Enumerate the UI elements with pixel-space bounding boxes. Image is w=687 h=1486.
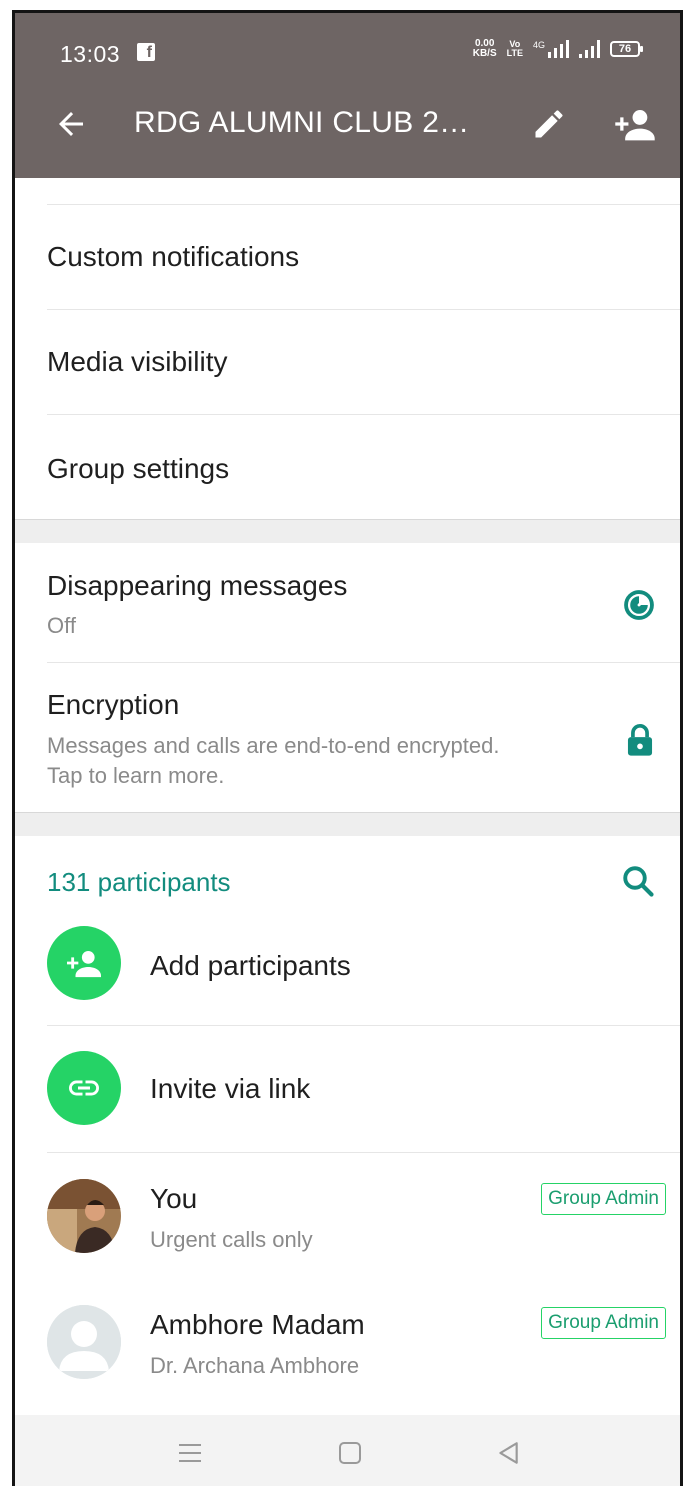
disappearing-messages-label: Disappearing messages <box>47 570 348 601</box>
group-title[interactable]: RDG ALUMNI CLUB 2… <box>134 106 469 140</box>
custom-notifications-label: Custom notifications <box>47 241 300 272</box>
add-participants-row[interactable]: Add participants <box>15 918 680 1025</box>
invite-link-button[interactable] <box>47 1051 121 1125</box>
media-visibility-row[interactable]: Media visibility <box>15 310 680 414</box>
add-participants-button[interactable] <box>47 926 121 1000</box>
group-admin-badge: Group Admin <box>541 1183 666 1215</box>
battery-icon: 76 <box>610 41 643 57</box>
participant-row[interactable]: You Urgent calls only Group Admin <box>15 1153 680 1279</box>
app-bar: RDG ALUMNI CLUB 2… <box>15 74 680 178</box>
invite-via-link-row[interactable]: Invite via link <box>15 1026 680 1152</box>
edit-icon[interactable] <box>531 106 567 142</box>
participant-name: Ambhore Madam <box>150 1309 365 1340</box>
nav-back-icon[interactable] <box>495 1440 521 1466</box>
signal-icon: 4G <box>533 40 569 58</box>
participant-status: Urgent calls only <box>150 1227 313 1252</box>
encryption-label: Encryption <box>47 689 180 720</box>
group-settings-row[interactable]: Group settings <box>15 415 680 519</box>
volte-bottom: LTE <box>506 48 523 58</box>
lock-icon <box>627 724 653 756</box>
section-gap <box>15 519 680 543</box>
participant-status: Dr. Archana Ambhore <box>150 1353 360 1378</box>
disappearing-messages-row[interactable]: Disappearing messages Off <box>15 543 680 662</box>
volte-indicator: Vo LTE <box>507 40 523 58</box>
avatar <box>47 1179 121 1253</box>
status-bar: 13:03 f 0.00 KB/S Vo LTE 4G 76 <box>15 13 680 74</box>
disappearing-timer-icon <box>624 590 654 620</box>
disappearing-messages-value: Off <box>47 613 76 638</box>
group-admin-badge: Group Admin <box>541 1307 666 1339</box>
default-avatar-icon <box>47 1305 121 1379</box>
participant-row[interactable]: Ambhore Madam Dr. Archana Ambhore Group … <box>15 1279 680 1413</box>
link-icon <box>69 1080 99 1096</box>
network-speed-unit: KB/S <box>472 48 497 59</box>
participants-count: 131 participants <box>47 867 231 897</box>
avatar <box>47 1305 121 1379</box>
network-type: 4G <box>532 40 545 50</box>
recent-apps-icon[interactable] <box>178 1443 202 1463</box>
network-speed: 0.00 KB/S <box>473 39 497 59</box>
phone-screen: 13:03 f 0.00 KB/S Vo LTE 4G 76 RDG ALUMN… <box>12 10 683 1486</box>
add-person-icon[interactable] <box>612 104 658 144</box>
section-gap <box>15 812 680 836</box>
home-icon[interactable] <box>339 1442 361 1464</box>
signal-icon-2 <box>579 40 600 58</box>
custom-notifications-row[interactable]: Custom notifications <box>15 205 680 309</box>
user-photo-icon <box>47 1179 121 1253</box>
encryption-desc-line1: Messages and calls are end-to-end encryp… <box>47 733 500 758</box>
facebook-icon: f <box>137 43 155 61</box>
invite-via-link-label: Invite via link <box>150 1073 311 1104</box>
status-indicators: 0.00 KB/S Vo LTE 4G 76 <box>473 39 643 59</box>
search-icon[interactable] <box>620 863 656 899</box>
add-participants-label: Add participants <box>150 950 351 981</box>
battery-level: 76 <box>618 43 632 55</box>
encryption-row[interactable]: Encryption Messages and calls are end-to… <box>15 663 680 812</box>
media-visibility-label: Media visibility <box>47 346 228 377</box>
participant-name: You <box>150 1183 198 1214</box>
status-time: 13:03 <box>60 41 121 67</box>
add-person-icon <box>67 950 101 978</box>
encryption-desc-line2: Tap to learn more. <box>47 763 225 788</box>
group-settings-label: Group settings <box>47 453 230 484</box>
system-nav-bar <box>15 1415 680 1486</box>
back-arrow-icon[interactable] <box>53 106 89 142</box>
